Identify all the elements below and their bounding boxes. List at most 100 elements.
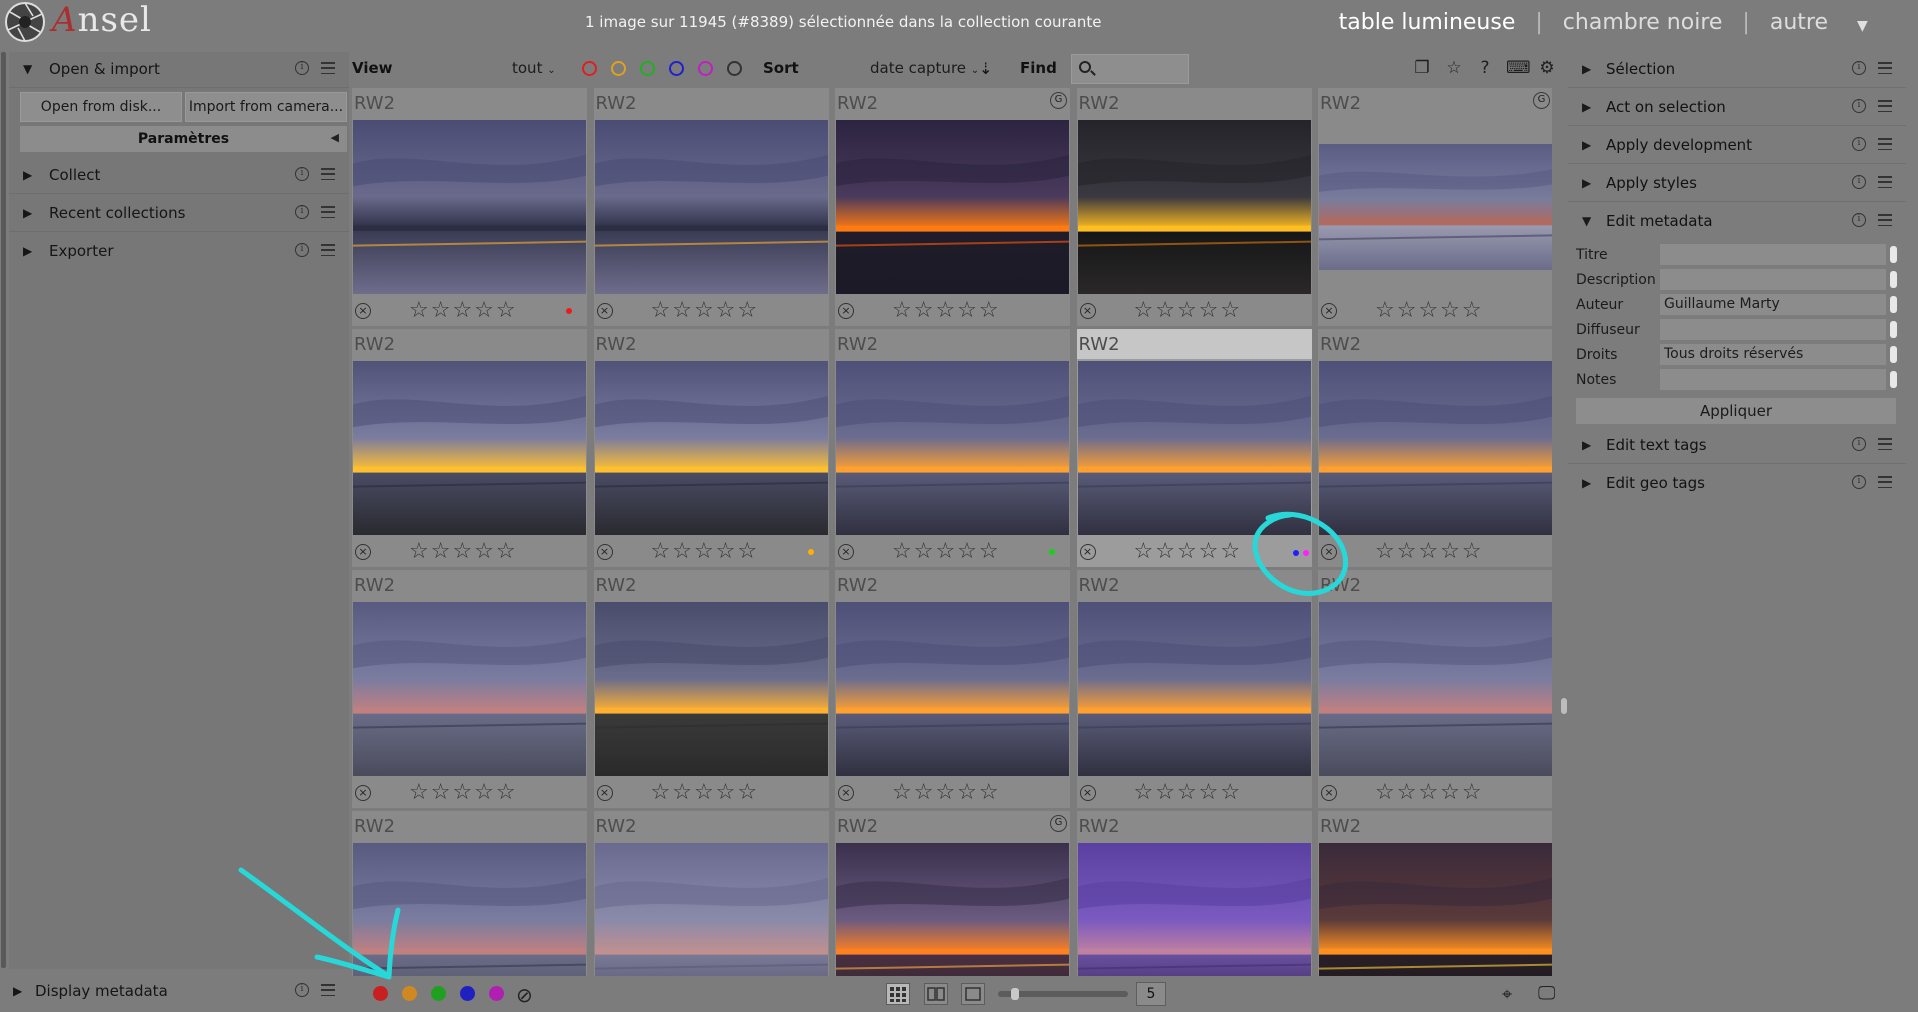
- module-edit-metadata[interactable]: ▼ Edit metadata i: [1568, 204, 1906, 240]
- search-input[interactable]: [1098, 58, 1186, 80]
- color-label-red-button[interactable]: [373, 986, 388, 1001]
- reject-icon[interactable]: ×: [355, 785, 371, 801]
- thumbnail[interactable]: RW2×☆☆☆☆☆: [352, 811, 587, 976]
- thumbnail[interactable]: RW2×☆☆☆☆☆: [1318, 811, 1552, 976]
- color-label-yellow-button[interactable]: [402, 986, 417, 1001]
- filemanager-layout-icon[interactable]: [886, 983, 910, 1005]
- color-label-purple-button[interactable]: [489, 986, 504, 1001]
- module-recent-collections[interactable]: ▶ Recent collections i: [9, 196, 349, 232]
- module-selection[interactable]: ▶ Sélection i: [1568, 52, 1906, 88]
- color-label-blue-button[interactable]: [460, 986, 475, 1001]
- star-rating[interactable]: ☆☆☆☆☆: [651, 298, 760, 323]
- thumbnail[interactable]: RW2×☆☆☆☆☆: [1076, 570, 1312, 808]
- field-scroll-handle[interactable]: [1890, 271, 1897, 288]
- module-presets-icon[interactable]: [321, 206, 335, 218]
- star-rating[interactable]: ☆☆☆☆☆: [651, 780, 760, 805]
- reject-icon[interactable]: ×: [838, 303, 854, 319]
- grid-scrollbar-handle[interactable]: [1561, 698, 1567, 714]
- module-presets-icon[interactable]: [1878, 62, 1892, 74]
- reject-icon[interactable]: ×: [838, 785, 854, 801]
- thumbnail[interactable]: RW2×☆☆☆☆☆: [835, 570, 1070, 808]
- reject-icon[interactable]: ×: [1321, 544, 1337, 560]
- metadata-notes-field[interactable]: [1660, 369, 1886, 390]
- rating-filter-dropdown[interactable]: tout ⌄: [512, 59, 556, 77]
- module-info-icon[interactable]: i: [1852, 99, 1866, 113]
- thumbnail[interactable]: RW2×☆☆☆☆☆: [1076, 329, 1312, 567]
- module-presets-icon[interactable]: [1878, 138, 1892, 150]
- metadata-author-field[interactable]: Guillaume Marty: [1660, 294, 1886, 315]
- group-icon[interactable]: G: [1533, 92, 1550, 109]
- filter-yellow-icon[interactable]: [611, 61, 626, 76]
- star-rating[interactable]: ☆☆☆☆☆: [1134, 539, 1243, 564]
- module-act-on-selection[interactable]: ▶ Act on selection i: [1568, 90, 1906, 126]
- module-info-icon[interactable]: i: [295, 983, 309, 997]
- help-icon[interactable]: ?: [1475, 58, 1495, 78]
- star-rating[interactable]: ☆☆☆☆☆: [892, 539, 1001, 564]
- open-from-disk-button[interactable]: Open from disk...: [20, 92, 182, 122]
- star-rating[interactable]: ☆☆☆☆☆: [651, 539, 760, 564]
- view-lighttable[interactable]: table lumineuse: [1339, 10, 1516, 35]
- thumbnail[interactable]: RW2×☆☆☆☆☆: [352, 88, 587, 326]
- reject-icon[interactable]: ×: [596, 544, 613, 560]
- module-info-icon[interactable]: i: [1852, 213, 1866, 227]
- search-field[interactable]: [1071, 54, 1189, 84]
- group-icon[interactable]: G: [1050, 815, 1067, 832]
- reject-icon[interactable]: ×: [355, 303, 371, 319]
- module-edit-text-tags[interactable]: ▶ Edit text tags i: [1568, 428, 1906, 464]
- zoom-entry[interactable]: 5: [1136, 982, 1166, 1006]
- star-rating[interactable]: ☆☆☆☆☆: [1375, 298, 1484, 323]
- module-presets-icon[interactable]: [1878, 100, 1892, 112]
- group-icon[interactable]: G: [1050, 92, 1067, 109]
- filter-red-icon[interactable]: [582, 61, 597, 76]
- reject-icon[interactable]: ×: [1321, 785, 1337, 801]
- chevron-down-icon[interactable]: ▼: [1857, 18, 1868, 34]
- view-other[interactable]: autre: [1770, 10, 1828, 35]
- metadata-description-field[interactable]: [1660, 269, 1886, 290]
- filter-purple-icon[interactable]: [698, 61, 713, 76]
- filter-blue-icon[interactable]: [669, 61, 684, 76]
- grouping-icon[interactable]: ❐: [1412, 58, 1432, 78]
- thumbnail[interactable]: RW2×☆☆☆☆☆: [1076, 88, 1312, 326]
- thumbnail[interactable]: RW2 G × ☆☆☆☆☆: [835, 88, 1070, 326]
- thumbnail[interactable]: RW2×☆☆☆☆☆: [1318, 329, 1552, 567]
- metadata-title-field[interactable]: [1660, 244, 1886, 265]
- star-rating[interactable]: ☆☆☆☆☆: [409, 298, 518, 323]
- module-info-icon[interactable]: i: [295, 61, 309, 75]
- field-scroll-handle[interactable]: [1890, 246, 1897, 263]
- filter-none-icon[interactable]: [727, 61, 742, 76]
- sort-dropdown[interactable]: date capture ⌄: [870, 59, 979, 77]
- zoom-slider-handle[interactable]: [1011, 988, 1019, 1000]
- focus-detection-icon[interactable]: ⌖: [1502, 984, 1512, 1005]
- module-presets-icon[interactable]: [321, 984, 335, 996]
- culling-layout-icon[interactable]: [924, 983, 948, 1005]
- field-scroll-handle[interactable]: [1890, 321, 1897, 338]
- module-edit-geo-tags[interactable]: ▶ Edit geo tags i: [1568, 466, 1906, 502]
- thumbnail[interactable]: RW2 G × ☆☆☆☆☆: [1318, 88, 1552, 326]
- module-presets-icon[interactable]: [321, 62, 335, 74]
- field-scroll-handle[interactable]: [1890, 346, 1897, 363]
- thumbnail[interactable]: RW2×☆☆☆☆☆: [835, 329, 1070, 567]
- gear-icon[interactable]: ⚙: [1537, 58, 1557, 78]
- star-rating[interactable]: ☆☆☆☆☆: [1134, 298, 1243, 323]
- thumbnail[interactable]: RW2×☆☆☆☆☆: [1318, 570, 1552, 808]
- module-info-icon[interactable]: i: [1852, 61, 1866, 75]
- star-rating[interactable]: ☆☆☆☆☆: [1375, 539, 1484, 564]
- module-presets-icon[interactable]: [321, 168, 335, 180]
- preview-layout-icon[interactable]: [961, 983, 985, 1005]
- thumbnail[interactable]: RW2×☆☆☆☆☆: [593, 570, 829, 808]
- display-profile-icon[interactable]: 🖵: [1538, 983, 1555, 1004]
- star-rating[interactable]: ☆☆☆☆☆: [892, 780, 1001, 805]
- view-darkroom[interactable]: chambre noire: [1563, 10, 1723, 35]
- field-scroll-handle[interactable]: [1890, 296, 1897, 313]
- module-presets-icon[interactable]: [321, 244, 335, 256]
- star-rating[interactable]: ☆☆☆☆☆: [409, 780, 518, 805]
- module-apply-development[interactable]: ▶ Apply development i: [1568, 128, 1906, 164]
- reject-icon[interactable]: ×: [596, 785, 613, 801]
- filter-green-icon[interactable]: [640, 61, 655, 76]
- star-overlay-icon[interactable]: ☆: [1444, 58, 1464, 78]
- module-presets-icon[interactable]: [1878, 438, 1892, 450]
- module-info-icon[interactable]: i: [295, 205, 309, 219]
- module-presets-icon[interactable]: [1878, 176, 1892, 188]
- star-rating[interactable]: ☆☆☆☆☆: [1134, 780, 1243, 805]
- grid-scrollbar[interactable]: [1560, 86, 1568, 974]
